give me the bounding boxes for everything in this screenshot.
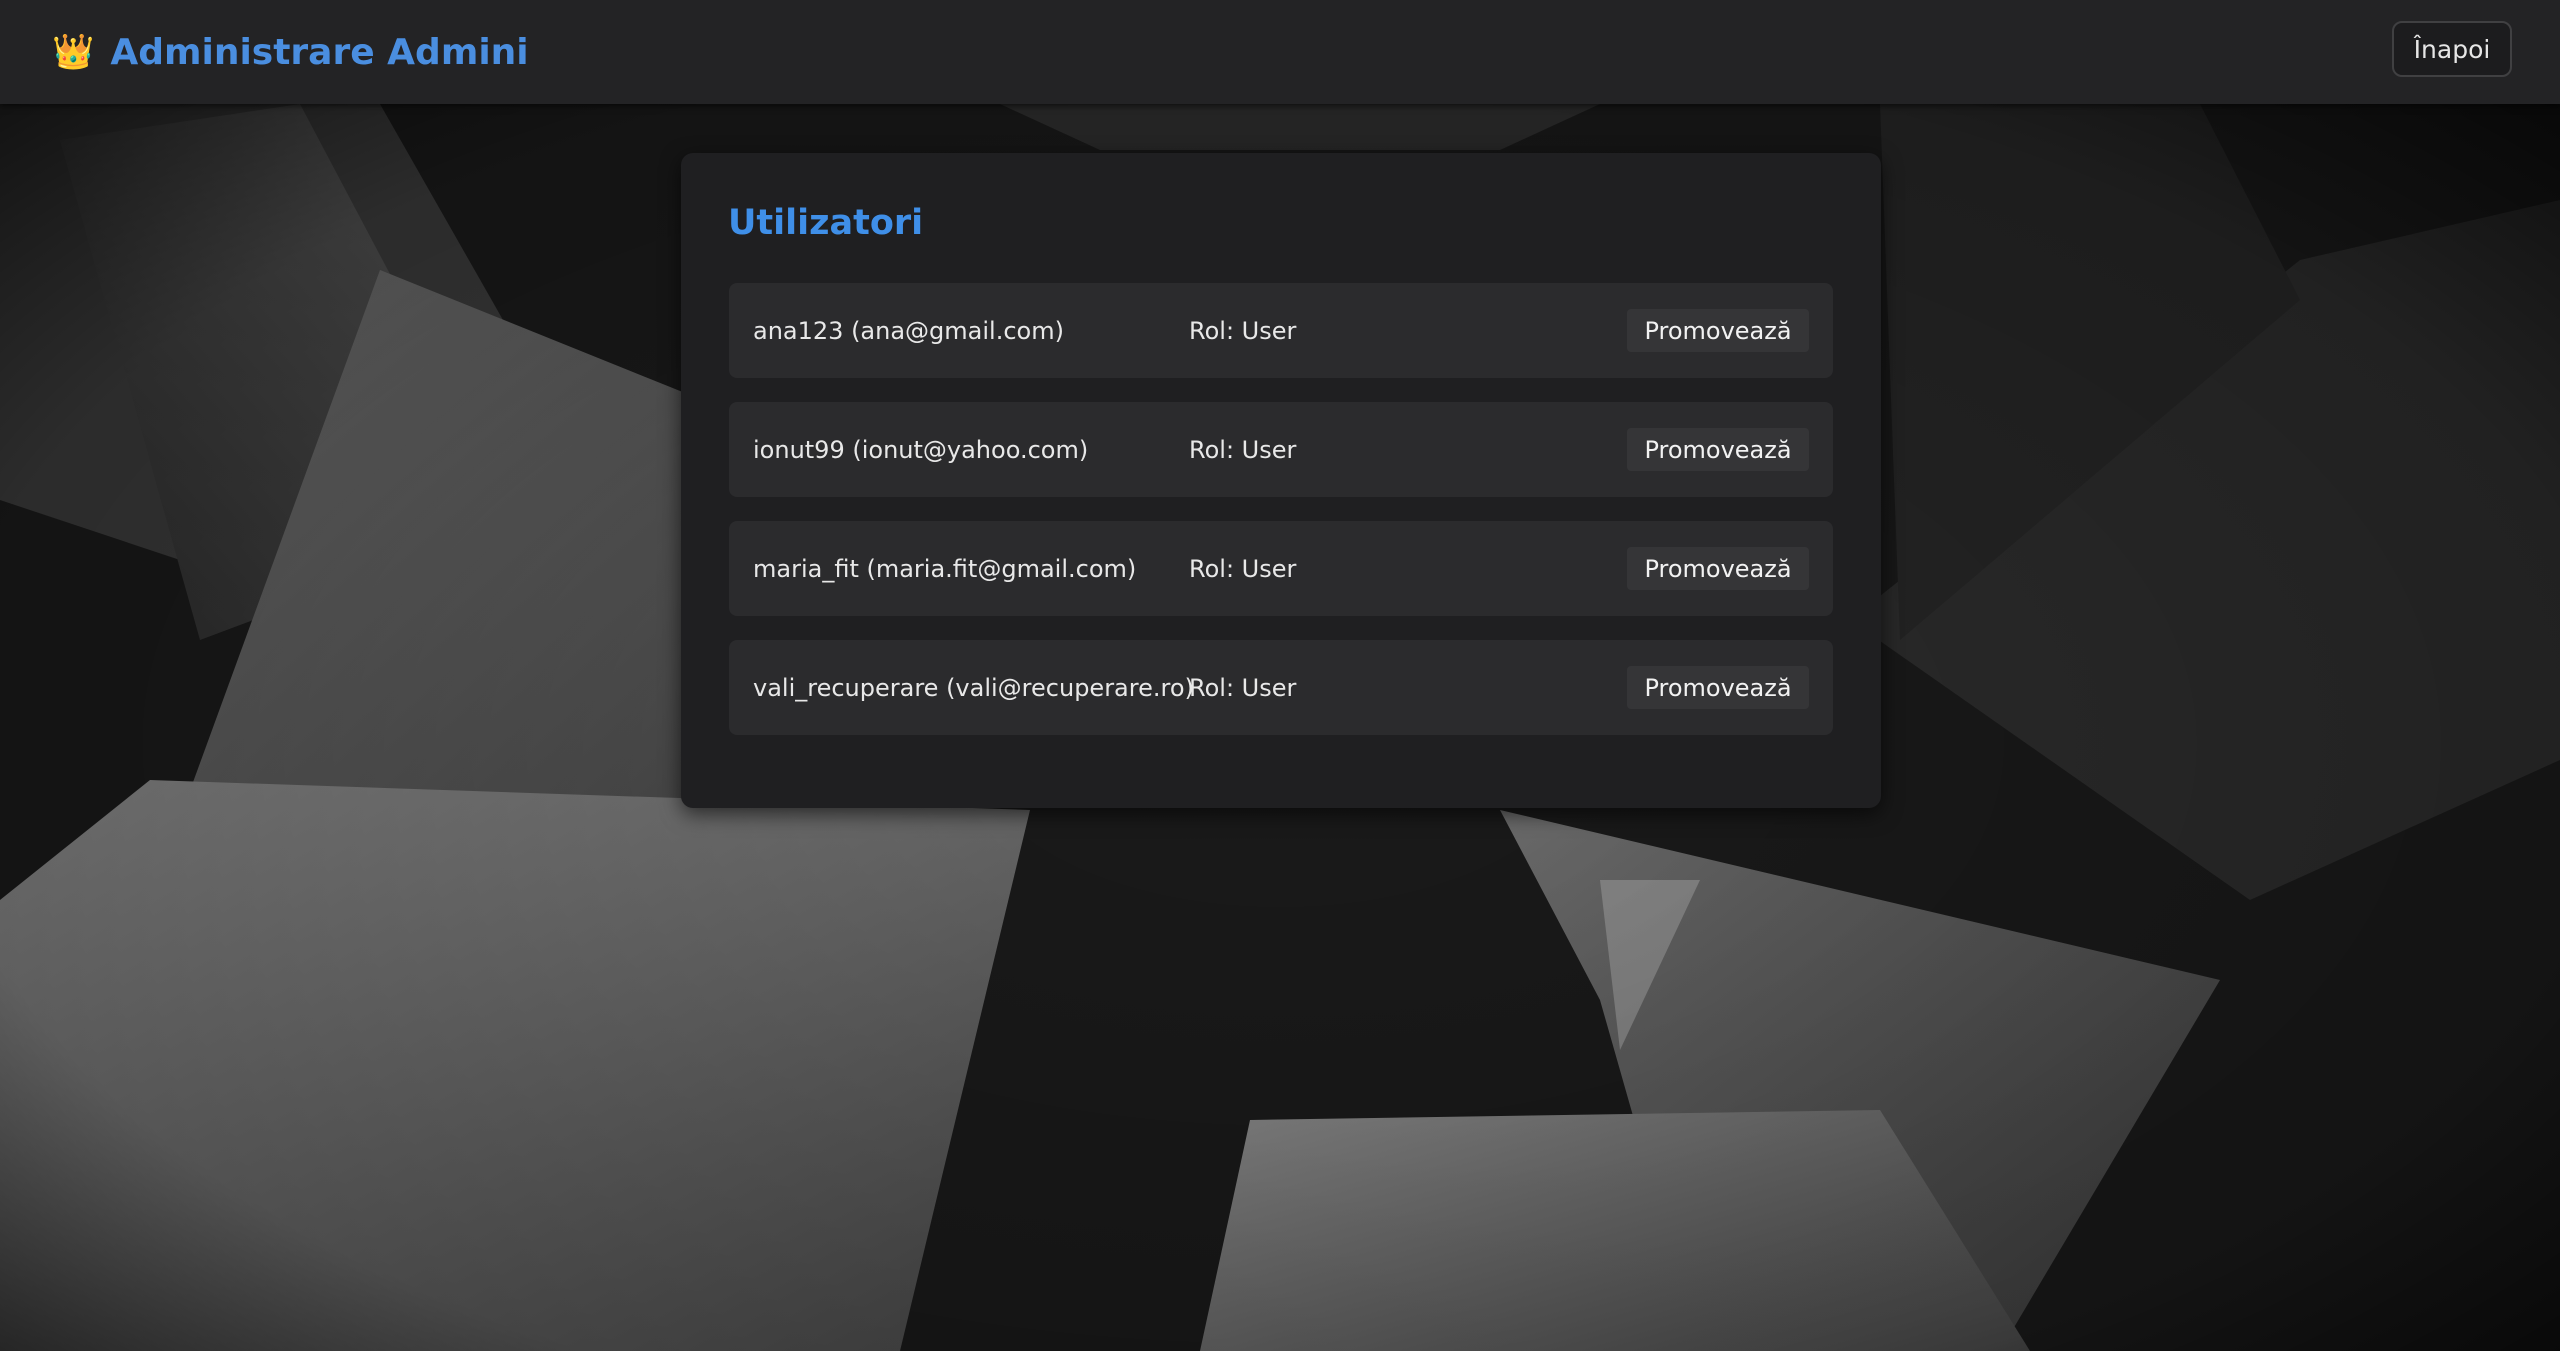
app-title: Administrare Admini [110,31,529,73]
user-name: ionut99 (ionut@yahoo.com) [753,435,1089,464]
user-row: ionut99 (ionut@yahoo.com) Rol: User Prom… [729,402,1833,497]
users-panel: Utilizatori ana123 (ana@gmail.com) Rol: … [681,153,1881,808]
user-row: ana123 (ana@gmail.com) Rol: User Promove… [729,283,1833,378]
user-name: ana123 (ana@gmail.com) [753,316,1064,345]
promote-button[interactable]: Promovează [1627,428,1809,471]
promote-button[interactable]: Promovează [1627,547,1809,590]
promote-button[interactable]: Promovează [1627,666,1809,709]
user-name: vali_recuperare (vali@recuperare.ro) [753,673,1194,702]
back-button[interactable]: Înapoi [2392,21,2512,77]
user-role: Rol: User [1189,435,1297,464]
panel-title: Utilizatori [728,203,924,243]
user-row: vali_recuperare (vali@recuperare.ro) Rol… [729,640,1833,735]
user-role: Rol: User [1189,673,1297,702]
user-role: Rol: User [1189,316,1297,345]
user-name: maria_fit (maria.fit@gmail.com) [753,554,1137,583]
top-bar: 👑 Administrare Admini Înapoi [0,0,2560,104]
user-role: Rol: User [1189,554,1297,583]
brand: 👑 Administrare Admini [52,24,529,80]
user-row: maria_fit (maria.fit@gmail.com) Rol: Use… [729,521,1833,616]
crown-icon: 👑 [52,32,95,72]
promote-button[interactable]: Promovează [1627,309,1809,352]
